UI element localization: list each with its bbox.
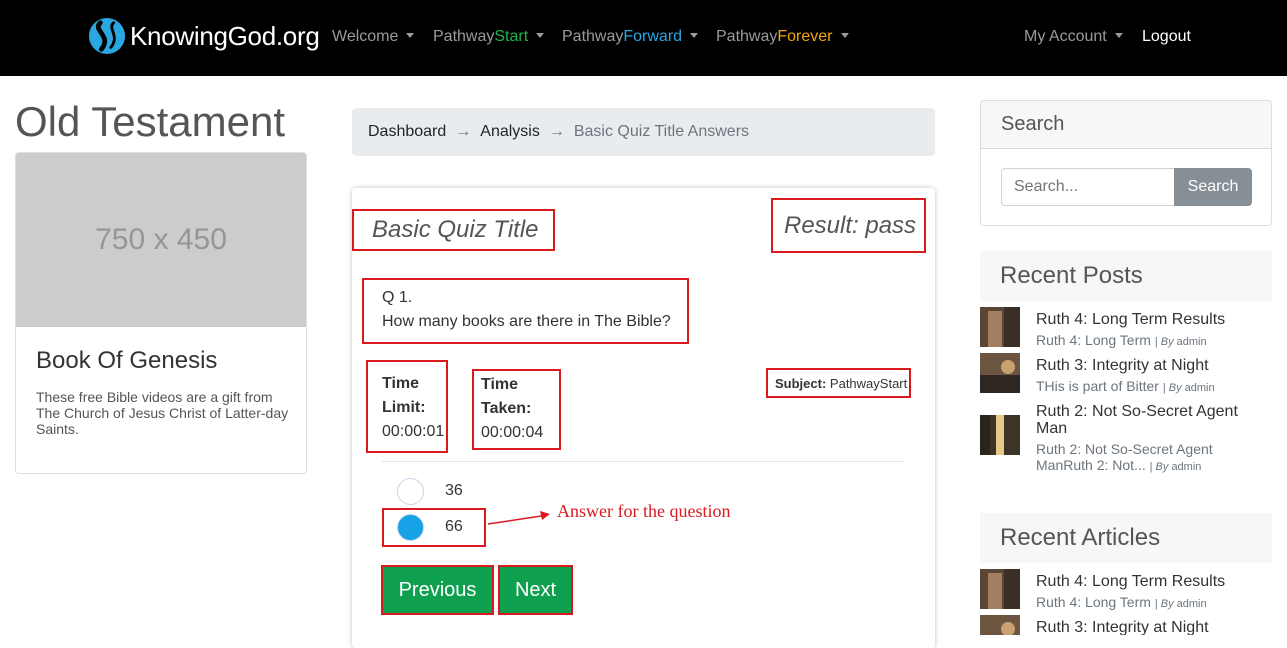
article-excerpt: Ruth 4: Long Term <box>1036 594 1151 610</box>
answer-option-label: 36 <box>445 482 463 499</box>
chevron-down-icon <box>536 33 545 38</box>
time-taken-label: Time <box>481 376 519 393</box>
article-title[interactable]: Ruth 3: Integrity at Night <box>1036 619 1268 635</box>
search-input[interactable]: Search... <box>1001 168 1175 206</box>
chevron-down-icon <box>690 33 699 38</box>
recent-articles-title: Recent Articles <box>980 513 1272 563</box>
breadcrumb-separator: → <box>455 123 472 140</box>
divider <box>382 461 905 462</box>
brand-link[interactable]: KnowingGod.org <box>88 16 320 56</box>
post-title[interactable]: Ruth 4: Long Term Results <box>1036 311 1268 328</box>
arrow-right-icon <box>488 511 550 525</box>
article-title[interactable]: Ruth 4: Long Term Results <box>1036 573 1268 590</box>
nav-start-label: Start <box>494 28 529 45</box>
page-title: Old Testament <box>15 98 286 145</box>
time-limit-label-2: Limit: <box>382 399 426 416</box>
post-author: admin <box>1171 461 1202 473</box>
nav-pathway-start-dropdown[interactable]: PathwayStart <box>433 28 545 46</box>
post-meta: Ruth 2: Not So-Secret Agent ManRuth 2: N… <box>1036 441 1213 473</box>
nav-pathway-forward-dropdown[interactable]: PathwayForward <box>562 28 699 46</box>
time-taken-box: Time Taken: 00:00:04 <box>472 369 561 450</box>
nav-pathway-forever-dropdown[interactable]: PathwayForever <box>716 28 849 46</box>
answer-option-label: 66 <box>445 518 463 535</box>
post-meta: THis is part of Bitter | By admin <box>1036 378 1215 394</box>
chevron-down-icon <box>840 33 849 38</box>
post-author: admin <box>1176 336 1207 348</box>
quiz-title: Basic Quiz Title <box>352 209 555 251</box>
search-button[interactable]: Search <box>1174 168 1252 206</box>
question-number: Q 1. <box>382 289 413 306</box>
post-author: admin <box>1184 382 1215 394</box>
recent-post-item[interactable]: Ruth 3: Integrity at Night THis is part … <box>980 353 1272 397</box>
recent-post-item[interactable]: Ruth 4: Long Term Results Ruth 4: Long T… <box>980 307 1272 351</box>
book-card-title: Book Of Genesis <box>36 347 218 374</box>
article-meta: Ruth 4: Long Term | By admin <box>1036 594 1207 610</box>
time-limit-label: Time <box>382 375 420 392</box>
answer-annotation: Answer for the question <box>557 501 731 521</box>
subject-box: Subject: PathwayStart <box>766 368 911 398</box>
answer-radio-36[interactable] <box>397 478 424 505</box>
time-taken-value: 00:00:04 <box>481 424 544 441</box>
search-widget: Search Search... Search <box>980 100 1272 226</box>
nav-pathway-prefix: Pathway <box>716 28 778 45</box>
time-taken-label-2: Taken: <box>481 400 532 417</box>
breadcrumb-analysis-link[interactable]: Analysis <box>480 123 540 141</box>
breadcrumb-current: Basic Quiz Title Answers <box>573 123 750 140</box>
nav-welcome-label: Welcome <box>332 28 399 45</box>
breadcrumb-dashboard-link[interactable]: Dashboard <box>368 123 446 141</box>
nav-pathway-prefix: Pathway <box>562 28 624 45</box>
article-author: admin <box>1176 598 1207 610</box>
nav-pathway-prefix: Pathway <box>433 28 495 45</box>
previous-button[interactable]: Previous <box>381 565 494 615</box>
post-excerpt: Ruth 4: Long Term <box>1036 332 1151 348</box>
quiz-result: Result: pass <box>771 198 926 253</box>
nav-my-account-dropdown[interactable]: My Account <box>1024 28 1123 46</box>
post-by: By <box>1160 336 1174 348</box>
breadcrumb: Dashboard → Analysis → Basic Quiz Title … <box>352 108 935 156</box>
question-text: How many books are there in The Bible? <box>382 313 671 330</box>
top-navbar: KnowingGod.org Welcome PathwayStart Path… <box>0 0 1287 76</box>
post-thumbnail <box>980 415 1020 455</box>
post-meta: Ruth 4: Long Term | By admin <box>1036 332 1207 348</box>
article-thumbnail <box>980 615 1020 635</box>
post-title[interactable]: Ruth 3: Integrity at Night <box>1036 357 1268 374</box>
post-title[interactable]: Ruth 2: Not So-Secret Agent Man <box>1036 403 1268 437</box>
time-limit-value: 00:00:01 <box>382 423 445 440</box>
post-by: By <box>1155 461 1169 473</box>
chevron-down-icon <box>406 33 415 38</box>
answer-radio-66-selected[interactable] <box>397 514 424 541</box>
nav-logout-link[interactable]: Logout <box>1142 28 1191 46</box>
book-card-text: These free Bible videos are a gift from … <box>36 389 289 437</box>
search-widget-title: Search <box>981 101 1271 149</box>
subject-label: Subject: <box>775 375 827 391</box>
post-by: By <box>1168 382 1182 394</box>
book-card: 750 x 450 Book Of Genesis These free Bib… <box>15 152 307 474</box>
knowinggod-logo-icon <box>88 17 126 55</box>
chevron-down-icon <box>1114 33 1123 38</box>
nav-forever-label: Forever <box>777 28 833 45</box>
placeholder-image: 750 x 450 <box>16 153 306 327</box>
next-button[interactable]: Next <box>498 565 573 615</box>
article-by: By <box>1160 598 1174 610</box>
recent-article-item[interactable]: Ruth 3: Integrity at Night <box>980 615 1272 635</box>
time-limit-box: Time Limit: 00:00:01 <box>366 360 448 453</box>
recent-posts-title: Recent Posts <box>980 251 1272 301</box>
post-thumbnail <box>980 307 1020 347</box>
nav-welcome-dropdown[interactable]: Welcome <box>332 28 415 46</box>
recent-article-item[interactable]: Ruth 4: Long Term Results Ruth 4: Long T… <box>980 569 1272 613</box>
recent-post-item[interactable]: Ruth 2: Not So-Secret Agent Man Ruth 2: … <box>980 402 1272 473</box>
nav-my-account-label: My Account <box>1024 28 1107 45</box>
article-thumbnail <box>980 569 1020 609</box>
question-box: Q 1. How many books are there in The Bib… <box>362 278 689 344</box>
placeholder-image-label: 750 x 450 <box>95 223 227 256</box>
brand-name: KnowingGod.org <box>130 20 320 51</box>
nav-forward-label: Forward <box>623 28 683 45</box>
post-thumbnail <box>980 353 1020 393</box>
breadcrumb-separator: → <box>548 123 565 140</box>
quiz-answer-card: Basic Quiz Title Result: pass Q 1. How m… <box>352 188 935 648</box>
subject-value: PathwayStart <box>829 375 908 391</box>
post-excerpt: THis is part of Bitter <box>1036 378 1159 394</box>
